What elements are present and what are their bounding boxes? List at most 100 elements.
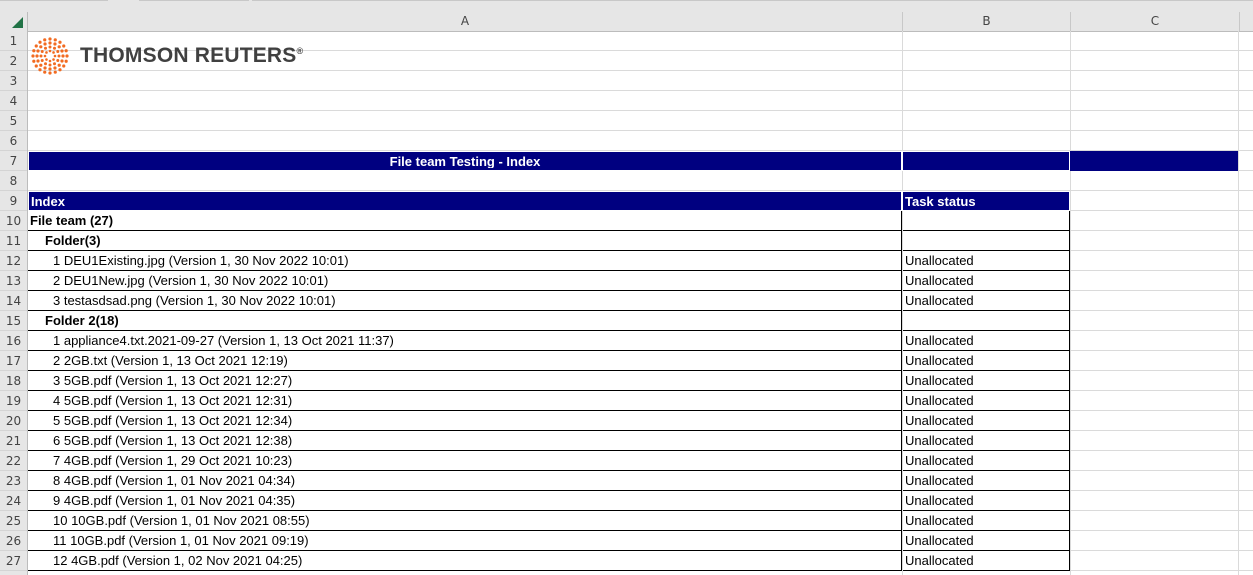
row-header[interactable]: 11 (0, 231, 27, 251)
row-header[interactable]: 12 (0, 251, 27, 271)
task-status-cell[interactable]: Unallocated (903, 251, 1070, 271)
row-header[interactable]: 25 (0, 511, 27, 531)
row-header[interactable]: 19 (0, 391, 27, 411)
logo-dot (62, 44, 66, 48)
logo-dot (52, 51, 55, 54)
row-header[interactable]: 10 (0, 211, 27, 231)
task-status-cell[interactable] (903, 231, 1070, 251)
task-status-cell[interactable]: Unallocated (903, 331, 1070, 351)
file-row[interactable]: 3 5GB.pdf (Version 1, 13 Oct 2021 12:27) (28, 371, 902, 391)
row-header[interactable]: 14 (0, 291, 27, 311)
file-row[interactable]: 1 DEU1Existing.jpg (Version 1, 30 Nov 20… (28, 251, 902, 271)
file-row[interactable]: 9 4GB.pdf (Version 1, 01 Nov 2021 04:35) (28, 491, 902, 511)
task-status-cell[interactable]: Unallocated (903, 411, 1070, 431)
title-cell-c[interactable] (1070, 151, 1238, 171)
file-row[interactable]: 12 4GB.pdf (Version 1, 02 Nov 2021 04:25… (28, 551, 902, 571)
logo-dot (56, 50, 60, 53)
row-header[interactable]: 5 (0, 111, 27, 131)
logo-dot (64, 49, 68, 53)
row-header[interactable]: 7 (0, 151, 27, 171)
folder-row[interactable]: File team (27) (28, 211, 902, 231)
row-header[interactable]: 6 (0, 131, 27, 151)
task-status-cell[interactable]: Unallocated (903, 371, 1070, 391)
sheet-title[interactable]: File team Testing - Index (28, 151, 902, 171)
task-status-cell[interactable]: Unallocated (903, 291, 1070, 311)
file-row[interactable]: 1 appliance4.txt.2021-09-27 (Version 1, … (28, 331, 902, 351)
file-row[interactable]: 3 testasdsad.png (Version 1, 30 Nov 2022… (28, 291, 902, 311)
task-status-cell[interactable]: Unallocated (903, 351, 1070, 371)
task-status-cell[interactable]: Unallocated (903, 511, 1070, 531)
task-status-cell[interactable]: Unallocated (903, 391, 1070, 411)
logo-dot (43, 70, 47, 74)
row-header[interactable]: 26 (0, 531, 27, 551)
task-status-cell[interactable]: Unallocated (903, 471, 1070, 491)
row-header[interactable]: 9 (0, 191, 27, 211)
logo-dot (32, 59, 36, 63)
row-header[interactable]: 13 (0, 271, 27, 291)
logo-dot (58, 68, 62, 72)
row-header[interactable]: 18 (0, 371, 27, 391)
folder-row[interactable]: Folder 2(18) (28, 311, 902, 331)
task-status-cell[interactable] (903, 211, 1070, 231)
column-header-c[interactable]: C (1071, 12, 1240, 31)
logo-dot (38, 40, 42, 44)
select-all-button[interactable] (0, 12, 28, 31)
task-status-cell[interactable]: Unallocated (903, 531, 1070, 551)
row-header[interactable]: 4 (0, 91, 27, 111)
column-header-a[interactable]: A (28, 12, 903, 31)
logo-dot (38, 68, 42, 72)
row-header[interactable]: 21 (0, 431, 27, 451)
row-header[interactable]: 1 (0, 31, 27, 51)
row-headers: 1 2 3 4 5 6 7 8 9 10 11 12 13 14 15 16 17 18 19 20 21 22 23 24 2… (0, 31, 28, 575)
file-row[interactable]: 2 2GB.txt (Version 1, 13 Oct 2021 12:19) (28, 351, 902, 371)
sheet-grid[interactable]: File team Testing - Index Index Task statu… (28, 31, 1253, 575)
row-header[interactable]: 27 (0, 551, 27, 571)
task-status-cell[interactable] (903, 311, 1070, 331)
logo-dot (56, 59, 60, 62)
task-status-cell[interactable]: Unallocated (903, 451, 1070, 471)
row-header[interactable]: 22 (0, 451, 27, 471)
row-header[interactable]: 2 (0, 51, 27, 71)
row-header[interactable]: 23 (0, 471, 27, 491)
file-row[interactable]: 6 5GB.pdf (Version 1, 13 Oct 2021 12:38) (28, 431, 902, 451)
column-headers: A B C (0, 12, 1253, 32)
logo-dot (35, 54, 39, 58)
file-row[interactable]: 8 4GB.pdf (Version 1, 01 Nov 2021 04:34) (28, 471, 902, 491)
index-header[interactable]: Index (28, 191, 902, 211)
file-row[interactable]: 7 4GB.pdf (Version 1, 29 Oct 2021 10:23) (28, 451, 902, 471)
task-status-cell[interactable]: Unallocated (903, 491, 1070, 511)
logo-dot (43, 38, 47, 42)
logo-dot (60, 59, 64, 63)
title-cell-b[interactable] (902, 151, 1070, 171)
logo-text: THOMSON REUTERS (80, 44, 297, 67)
logo-dot (57, 45, 61, 49)
row-header[interactable]: 15 (0, 311, 27, 331)
logo-dot (36, 59, 40, 63)
row-header[interactable]: 20 (0, 411, 27, 431)
row-header[interactable]: 24 (0, 491, 27, 511)
logo-dot (40, 59, 44, 62)
row-header[interactable]: 17 (0, 351, 27, 371)
file-row[interactable]: 10 10GB.pdf (Version 1, 01 Nov 2021 08:5… (28, 511, 902, 531)
file-row[interactable]: 5 5GB.pdf (Version 1, 13 Oct 2021 12:34) (28, 411, 902, 431)
file-row[interactable]: 2 DEU1New.jpg (Version 1, 30 Nov 2022 10… (28, 271, 902, 291)
file-row[interactable]: 4 5GB.pdf (Version 1, 13 Oct 2021 12:31) (28, 391, 902, 411)
logo-dot (32, 49, 36, 53)
row-header[interactable]: 3 (0, 71, 27, 91)
logo-dot (39, 63, 43, 67)
folder-row[interactable]: Folder(3) (28, 231, 902, 251)
row-header[interactable]: 16 (0, 331, 27, 351)
logo-dot (45, 51, 48, 54)
logo-dot (53, 54, 57, 58)
logo-dot (53, 62, 56, 66)
file-row[interactable]: 11 10GB.pdf (Version 1, 01 Nov 2021 09:1… (28, 531, 902, 551)
task-status-cell[interactable]: Unallocated (903, 271, 1070, 291)
logo-dot (39, 45, 43, 49)
task-status-cell[interactable]: Unallocated (903, 551, 1070, 571)
row-header[interactable]: 8 (0, 171, 27, 191)
task-status-header[interactable]: Task status (902, 191, 1070, 211)
logo-dot (43, 42, 47, 46)
gridline (1238, 31, 1239, 575)
task-status-cell[interactable]: Unallocated (903, 431, 1070, 451)
column-header-b[interactable]: B (903, 12, 1071, 31)
